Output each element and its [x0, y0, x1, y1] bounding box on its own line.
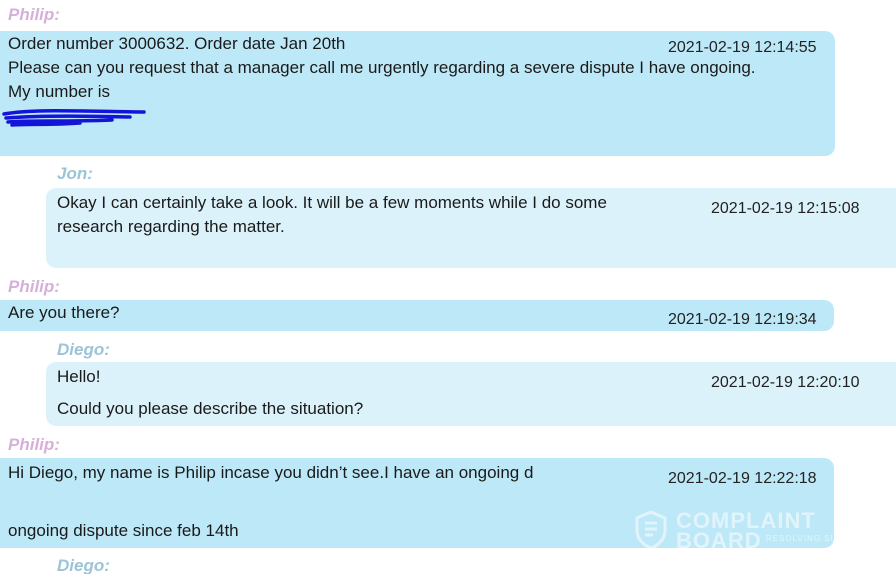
sender-name-customer: Philip:	[8, 277, 60, 296]
message-bubble-customer: Are you there? 2021-02-19 12:19:34	[0, 300, 834, 331]
message-text-line: Hello!	[57, 367, 101, 386]
redacted-phone-number	[2, 109, 146, 127]
message-timestamp: 2021-02-19 12:15:08	[711, 200, 860, 217]
message-bubble-customer: Order number 3000632. Order date Jan 20t…	[0, 31, 835, 156]
sender-name-agent: Jon:	[57, 164, 93, 183]
sender-name-agent: Diego:	[57, 556, 110, 574]
watermark-text-board: BOARD	[676, 528, 762, 553]
message-text-line: My number is	[8, 82, 111, 101]
message-timestamp: 2021-02-19 12:20:10	[711, 374, 860, 391]
shield-logo-icon	[635, 510, 667, 550]
chat-transcript: Philip: Order number 3000632. Order date…	[0, 0, 896, 574]
message-text-line: Please can you request that a manager ca…	[8, 58, 756, 77]
message-text-line: Could you please describe the situation?	[57, 399, 364, 418]
message-text-line: Okay I can certainly take a look. It wil…	[57, 193, 607, 212]
watermark-tagline: RESOLVING SINCE 2006	[766, 534, 879, 543]
message-text-line: ongoing dispute since feb 14th	[8, 521, 239, 540]
complaintboard-watermark: COMPLAINT BOARD RESOLVING SINCE 2006	[634, 508, 878, 553]
message-text-line: Order number 3000632. Order date Jan 20t…	[8, 34, 346, 53]
sender-name-agent: Diego:	[57, 340, 110, 359]
message-text-line: research regarding the matter.	[57, 217, 285, 236]
message-timestamp: 2021-02-19 12:14:55	[668, 39, 817, 56]
message-timestamp: 2021-02-19 12:22:18	[668, 470, 817, 487]
sender-name-customer: Philip:	[8, 435, 60, 454]
sender-name-customer: Philip:	[8, 5, 60, 24]
message-text-line: Hi Diego, my name is Philip incase you d…	[8, 463, 534, 482]
message-bubble-agent: Okay I can certainly take a look. It wil…	[46, 188, 896, 268]
message-timestamp: 2021-02-19 12:19:34	[668, 311, 817, 328]
message-text-line: Are you there?	[8, 303, 120, 322]
message-bubble-agent: Hello! Could you please describe the sit…	[46, 362, 896, 426]
